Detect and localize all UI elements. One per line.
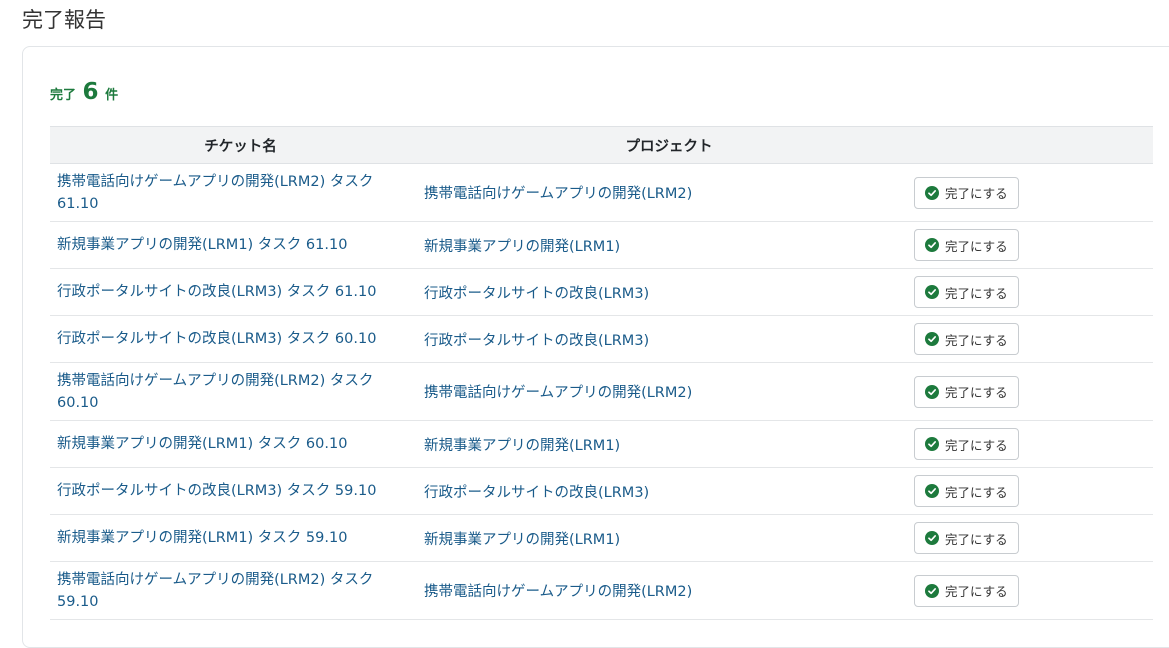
check-circle-icon <box>925 285 939 299</box>
ticket-link[interactable]: 新規事業アプリの開発(LRM1) タスク 60.10 <box>57 436 347 452</box>
table-row: 新規事業アプリの開発(LRM1) タスク 59.10 新規事業アプリの開発(LRM… <box>50 514 1153 562</box>
action-cell: 完了にする <box>914 362 1153 421</box>
project-cell: 行政ポータルサイトの改良(LRM3) <box>424 315 914 363</box>
mark-complete-label: 完了にする <box>945 531 1008 547</box>
mark-complete-label: 完了にする <box>945 285 1008 301</box>
project-link[interactable]: 携帯電話向けゲームアプリの開発(LRM2) <box>424 385 692 401</box>
check-circle-icon <box>925 531 939 545</box>
mark-complete-button[interactable]: 完了にする <box>914 229 1019 261</box>
ticket-link[interactable]: 新規事業アプリの開発(LRM1) タスク 59.10 <box>57 530 347 546</box>
action-cell: 完了にする <box>914 221 1153 269</box>
action-cell: 完了にする <box>914 420 1153 468</box>
ticket-cell: 行政ポータルサイトの改良(LRM3) タスク 61.10 <box>50 268 424 316</box>
action-cell: 完了にする <box>914 315 1153 363</box>
mark-complete-label: 完了にする <box>945 238 1008 254</box>
table-row: 行政ポータルサイトの改良(LRM3) タスク 59.10 行政ポータルサイトの改良… <box>50 467 1153 515</box>
column-header-project: プロジェクト <box>424 126 914 164</box>
ticket-cell: 携帯電話向けゲームアプリの開発(LRM2) タスク 60.10 <box>50 362 424 421</box>
mark-complete-label: 完了にする <box>945 484 1008 500</box>
project-cell: 新規事業アプリの開発(LRM1) <box>424 514 914 562</box>
action-cell: 完了にする <box>914 163 1153 222</box>
mark-complete-button[interactable]: 完了にする <box>914 323 1019 355</box>
mark-complete-label: 完了にする <box>945 437 1008 453</box>
check-circle-icon <box>925 583 939 598</box>
table-row: 携帯電話向けゲームアプリの開発(LRM2) タスク 59.10 携帯電話向けゲーム… <box>50 561 1153 620</box>
ticket-cell: 行政ポータルサイトの改良(LRM3) タスク 60.10 <box>50 315 424 363</box>
table-row: 行政ポータルサイトの改良(LRM3) タスク 61.10 行政ポータルサイトの改良… <box>50 268 1153 316</box>
mark-complete-button[interactable]: 完了にする <box>914 276 1019 308</box>
project-cell: 携帯電話向けゲームアプリの開発(LRM2) <box>424 561 914 620</box>
summary-prefix: 完了 <box>50 88 77 103</box>
project-link[interactable]: 行政ポータルサイトの改良(LRM3) <box>424 485 649 501</box>
ticket-cell: 携帯電話向けゲームアプリの開発(LRM2) タスク 61.10 <box>50 163 424 222</box>
mark-complete-label: 完了にする <box>945 584 1008 599</box>
project-link[interactable]: 携帯電話向けゲームアプリの開発(LRM2) <box>424 584 692 600</box>
project-cell: 新規事業アプリの開発(LRM1) <box>424 420 914 468</box>
mark-complete-button[interactable]: 完了にする <box>914 522 1019 554</box>
mark-complete-label: 完了にする <box>945 332 1008 348</box>
check-circle-icon <box>925 238 939 252</box>
ticket-cell: 新規事業アプリの開発(LRM1) タスク 60.10 <box>50 420 424 468</box>
mark-complete-label: 完了にする <box>945 385 1008 400</box>
action-cell: 完了にする <box>914 561 1153 620</box>
column-header-ticket: チケット名 <box>50 126 424 164</box>
project-link[interactable]: 新規事業アプリの開発(LRM1) <box>424 239 620 255</box>
ticket-link[interactable]: 行政ポータルサイトの改良(LRM3) タスク 61.10 <box>57 284 376 300</box>
summary-count: 6 <box>82 79 99 105</box>
check-circle-icon <box>925 437 939 451</box>
project-cell: 行政ポータルサイトの改良(LRM3) <box>424 268 914 316</box>
ticket-cell: 行政ポータルサイトの改良(LRM3) タスク 59.10 <box>50 467 424 515</box>
table-body: 携帯電話向けゲームアプリの開発(LRM2) タスク 61.10 携帯電話向けゲーム… <box>50 163 1153 620</box>
check-circle-icon <box>925 384 939 399</box>
mark-complete-button[interactable]: 完了にする <box>914 574 1019 607</box>
check-circle-icon <box>925 484 939 498</box>
project-cell: 行政ポータルサイトの改良(LRM3) <box>424 467 914 515</box>
table-header-row: チケット名 プロジェクト <box>50 126 1153 164</box>
table-row: 行政ポータルサイトの改良(LRM3) タスク 60.10 行政ポータルサイトの改良… <box>50 315 1153 363</box>
mark-complete-button[interactable]: 完了にする <box>914 375 1019 408</box>
mark-complete-button[interactable]: 完了にする <box>914 475 1019 507</box>
ticket-table: チケット名 プロジェクト 携帯電話向けゲームアプリの開発(LRM2) タスク 6… <box>50 126 1153 620</box>
completion-summary: 完了 6 件 <box>50 77 118 111</box>
table-row: 新規事業アプリの開発(LRM1) タスク 60.10 新規事業アプリの開発(LRM… <box>50 420 1153 468</box>
project-link[interactable]: 行政ポータルサイトの改良(LRM3) <box>424 286 649 302</box>
project-link[interactable]: 新規事業アプリの開発(LRM1) <box>424 532 620 548</box>
mark-complete-label: 完了にする <box>945 186 1008 201</box>
mark-complete-button[interactable]: 完了にする <box>914 428 1019 460</box>
completion-report-card: 完了 6 件 チケット名 プロジェクト 携帯電話向けゲームアプリの開発(LRM2… <box>22 46 1169 648</box>
ticket-link[interactable]: 携帯電話向けゲームアプリの開発(LRM2) タスク 59.10 <box>57 572 373 610</box>
check-circle-icon <box>925 185 939 200</box>
table-row: 新規事業アプリの開発(LRM1) タスク 61.10 新規事業アプリの開発(LRM… <box>50 221 1153 269</box>
ticket-cell: 携帯電話向けゲームアプリの開発(LRM2) タスク 59.10 <box>50 561 424 620</box>
check-circle-icon <box>925 332 939 346</box>
ticket-link[interactable]: 行政ポータルサイトの改良(LRM3) タスク 59.10 <box>57 483 376 499</box>
ticket-cell: 新規事業アプリの開発(LRM1) タスク 59.10 <box>50 514 424 562</box>
project-cell: 携帯電話向けゲームアプリの開発(LRM2) <box>424 163 914 222</box>
ticket-link[interactable]: 新規事業アプリの開発(LRM1) タスク 61.10 <box>57 237 347 253</box>
project-cell: 携帯電話向けゲームアプリの開発(LRM2) <box>424 362 914 421</box>
project-link[interactable]: 携帯電話向けゲームアプリの開発(LRM2) <box>424 186 692 202</box>
action-cell: 完了にする <box>914 467 1153 515</box>
action-cell: 完了にする <box>914 268 1153 316</box>
project-link[interactable]: 行政ポータルサイトの改良(LRM3) <box>424 333 649 349</box>
page-title: 完了報告 <box>22 8 106 32</box>
table-row: 携帯電話向けゲームアプリの開発(LRM2) タスク 61.10 携帯電話向けゲーム… <box>50 163 1153 222</box>
ticket-link[interactable]: 行政ポータルサイトの改良(LRM3) タスク 60.10 <box>57 331 376 347</box>
summary-suffix: 件 <box>105 88 119 103</box>
ticket-link[interactable]: 携帯電話向けゲームアプリの開発(LRM2) タスク 60.10 <box>57 373 373 411</box>
column-header-action <box>914 126 1153 164</box>
mark-complete-button[interactable]: 完了にする <box>914 176 1019 209</box>
table-row: 携帯電話向けゲームアプリの開発(LRM2) タスク 60.10 携帯電話向けゲーム… <box>50 362 1153 421</box>
ticket-link[interactable]: 携帯電話向けゲームアプリの開発(LRM2) タスク 61.10 <box>57 174 373 212</box>
project-link[interactable]: 新規事業アプリの開発(LRM1) <box>424 438 620 454</box>
action-cell: 完了にする <box>914 514 1153 562</box>
ticket-cell: 新規事業アプリの開発(LRM1) タスク 61.10 <box>50 221 424 269</box>
project-cell: 新規事業アプリの開発(LRM1) <box>424 221 914 269</box>
